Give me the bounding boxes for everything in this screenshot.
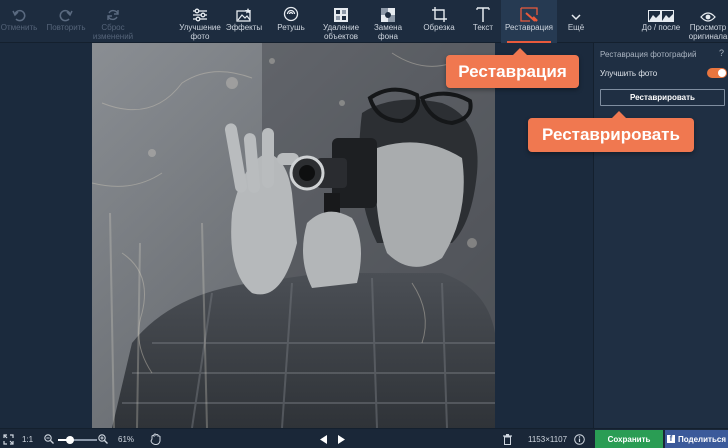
enhance-photo-toggle[interactable] (707, 68, 727, 78)
tab-replace-background[interactable]: Замена фона (368, 0, 408, 43)
remove-objects-icon (334, 0, 348, 22)
redo-label: Повторить (46, 23, 86, 32)
tab-crop[interactable]: Обрезка (420, 0, 458, 43)
tab-enhance-label: Улучшение фото (179, 23, 221, 41)
tab-retouch[interactable]: Ретушь (272, 0, 310, 43)
tab-remove-objects-label: Удаление объектов (322, 23, 360, 41)
share-label: Поделиться (677, 434, 726, 444)
eye-icon (700, 0, 716, 22)
undo-icon (12, 0, 26, 22)
enhance-photo-label: Улучшить фото (600, 69, 658, 78)
before-after-button[interactable]: До / после (636, 0, 686, 43)
zoom-slider-knob[interactable] (65, 436, 74, 444)
tab-effects[interactable]: Эффекты (224, 0, 264, 43)
workspace-right (495, 43, 593, 428)
before-after-icon (648, 0, 674, 22)
next-image-icon[interactable] (337, 429, 345, 448)
info-icon[interactable] (574, 429, 585, 448)
before-after-label: До / после (641, 23, 681, 32)
tab-remove-objects[interactable]: Удаление объектов (318, 0, 364, 43)
reset-label: Сброс изменений (92, 23, 134, 41)
tab-restoration-label: Реставрация (505, 23, 553, 32)
hand-tool-icon[interactable] (150, 429, 161, 448)
preview-original-button[interactable]: Просмотр оригинала (688, 0, 728, 43)
photo-image (92, 43, 495, 428)
tab-effects-label: Эффекты (225, 23, 263, 32)
photo-canvas[interactable] (92, 43, 495, 428)
tab-text[interactable]: Текст (466, 0, 500, 43)
tab-crop-label: Обрезка (423, 23, 455, 32)
redo-button[interactable]: Повторить (44, 0, 88, 43)
restore-button-callout: Реставрировать (528, 111, 694, 152)
zoom-out-icon[interactable] (44, 429, 54, 448)
help-icon[interactable]: ? (719, 48, 724, 58)
save-button[interactable]: Сохранить (595, 430, 663, 448)
tab-restoration[interactable]: Реставрация (501, 0, 557, 43)
restoration-panel: Реставрация фотографий ? Улучшить фото Р… (593, 43, 728, 428)
panel-title: Реставрация фотографий (600, 50, 697, 59)
restoration-tab-callout: Реставрация (446, 48, 579, 88)
reset-icon (106, 0, 120, 22)
actual-size-button[interactable]: 1:1 (22, 429, 33, 448)
zoom-slider[interactable] (58, 436, 97, 444)
redo-icon (59, 0, 73, 22)
workspace-left (0, 43, 92, 428)
retouch-icon (283, 0, 299, 22)
zoom-in-icon[interactable] (98, 429, 108, 448)
toggle-knob (718, 69, 726, 77)
replace-background-icon (381, 0, 395, 22)
restoration-icon (520, 0, 538, 22)
tab-replace-background-label: Замена фона (373, 23, 403, 41)
crop-icon (431, 0, 447, 22)
facebook-icon: f (666, 435, 675, 443)
previous-image-icon[interactable] (320, 429, 328, 448)
chevron-down-icon (571, 0, 581, 22)
tab-retouch-label: Ретушь (277, 23, 305, 32)
share-button[interactable]: f Поделиться (665, 430, 728, 448)
fit-screen-icon[interactable] (3, 429, 14, 448)
bottom-bar: 1:1 61% 1153×1107 Сохранить f Поделиться (0, 428, 728, 448)
top-toolbar: Отменить Повторить Сброс изменений Улучш… (0, 0, 728, 43)
tab-more-label: Ещё (567, 23, 585, 32)
effects-icon (236, 0, 252, 22)
sliders-icon (192, 0, 208, 22)
undo-button[interactable]: Отменить (0, 0, 38, 43)
tab-text-label: Текст (472, 23, 494, 32)
preview-original-label: Просмотр оригинала (688, 23, 728, 41)
text-icon (476, 0, 490, 22)
reset-changes-button[interactable]: Сброс изменений (90, 0, 136, 43)
image-dimensions: 1153×1107 (528, 434, 568, 444)
zoom-percent: 61% (118, 434, 135, 444)
trash-icon[interactable] (503, 429, 512, 448)
tab-enhance[interactable]: Улучшение фото (177, 0, 223, 43)
undo-label: Отменить (0, 23, 38, 32)
tab-more[interactable]: Ещё (560, 0, 592, 43)
restore-button[interactable]: Реставрировать (600, 89, 725, 106)
